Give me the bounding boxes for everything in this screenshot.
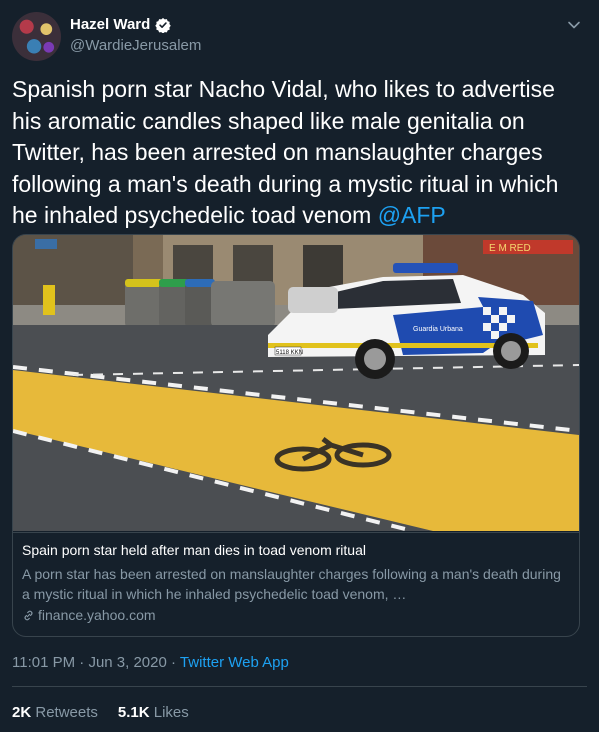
likes-label: Likes	[153, 704, 189, 721]
card-image[interactable]: E M RED Guardia Urbana 5118 KKN	[13, 235, 579, 531]
likes-stat[interactable]: 5.1K Likes	[118, 704, 189, 721]
card-link[interactable]: finance.yahoo.com	[22, 607, 156, 623]
link-icon	[24, 610, 33, 620]
image-car-text: Guardia Urbana	[413, 326, 463, 333]
tweet-time[interactable]: 11:01 PM	[12, 654, 75, 671]
avatar[interactable]	[12, 12, 61, 61]
card-domain[interactable]: finance.yahoo.com	[38, 607, 156, 623]
display-name[interactable]: Hazel Ward	[70, 16, 150, 33]
meta-separator: ·	[75, 654, 89, 671]
image-plate: 5118 KKN	[276, 350, 303, 356]
tweet-text: Spanish porn star Nacho Vidal, who likes…	[12, 74, 582, 232]
link-card[interactable]: E M RED Guardia Urbana 5118 KKN Spain po…	[12, 234, 580, 637]
mention-link[interactable]: @AFP	[378, 202, 446, 228]
meta-separator: ·	[166, 654, 180, 671]
verified-badge-icon	[155, 17, 172, 33]
tweet-meta: 11:01 PM · Jun 3, 2020 · Twitter Web App	[12, 654, 289, 671]
tweet-date[interactable]: Jun 3, 2020	[88, 654, 166, 671]
retweets-label: Retweets	[35, 704, 98, 721]
chevron-down-icon[interactable]	[567, 18, 581, 32]
likes-count: 5.1K	[117, 704, 150, 721]
tweet-body: Spanish porn star Nacho Vidal, who likes…	[12, 76, 559, 228]
tweet-header: Hazel Ward @WardieJerusalem	[12, 12, 587, 62]
name-row: Hazel Ward	[70, 16, 172, 33]
handle[interactable]: @WardieJerusalem	[70, 37, 201, 54]
divider	[12, 686, 587, 687]
card-title[interactable]: Spain porn star held after man dies in t…	[22, 542, 366, 558]
retweets-count: 2K	[12, 704, 32, 721]
tweet-stats: 2K Retweets 5.1K Likes	[12, 704, 189, 721]
card-body[interactable]: Spain porn star held after man dies in t…	[13, 532, 579, 636]
tweet-source-app[interactable]: Twitter Web App	[180, 654, 289, 671]
retweets-stat[interactable]: 2K Retweets	[12, 704, 98, 721]
card-description: A porn star has been arrested on manslau…	[22, 566, 561, 602]
image-shop-sign: E M RED	[489, 243, 531, 254]
